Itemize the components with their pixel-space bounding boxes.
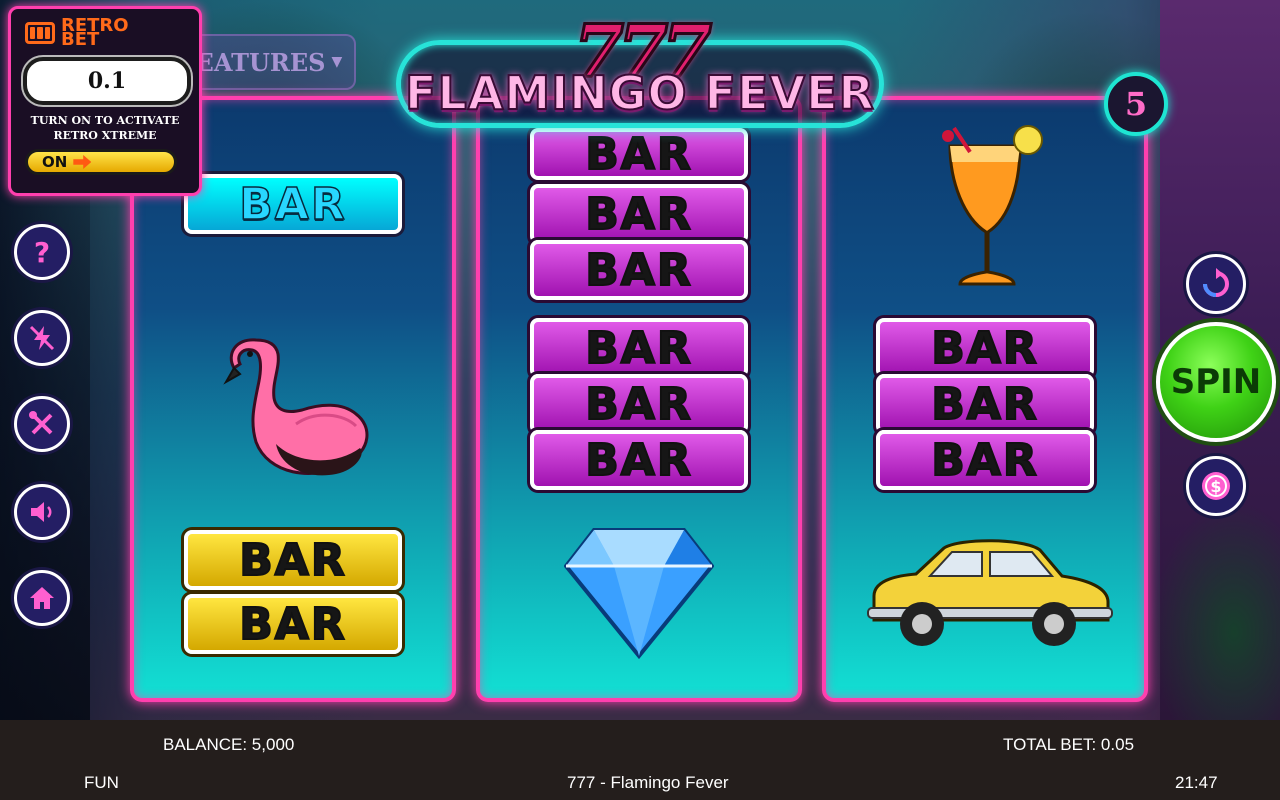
bar-symbol-pink: BAR <box>530 184 748 244</box>
bar-symbol-pink: BAR <box>530 240 748 300</box>
tools-icon <box>29 411 53 435</box>
bar-symbol-pink: BAR <box>876 430 1094 490</box>
settings-button[interactable] <box>14 396 70 452</box>
bar-symbol-pink: BAR <box>530 128 748 181</box>
chevron-down-icon: ▼ <box>331 54 343 70</box>
diamond-symbol <box>564 528 714 660</box>
paylines-count: 5 <box>1104 72 1168 136</box>
autoplay-icon <box>1203 268 1229 297</box>
status-bar: BALANCE: 5,000 TOTAL BET: 0.05 FUN 777 -… <box>0 720 1280 800</box>
reel-2: BAR BAR BAR BAR BAR BAR <box>476 96 802 702</box>
spin-button[interactable]: SPIN <box>1156 322 1276 442</box>
help-button[interactable]: ? <box>14 224 70 280</box>
bet-button[interactable]: $ <box>1186 456 1246 516</box>
sound-button[interactable] <box>14 484 70 540</box>
game-title-logo: 777 FLAMINGO FEVER <box>396 7 884 128</box>
game-name: 777 - Flamingo Fever <box>567 773 729 792</box>
note-line-2: RETRO XTREME <box>53 129 157 142</box>
bar-symbol-pink: BAR <box>530 374 748 434</box>
home-button[interactable] <box>14 570 70 626</box>
flamingo-symbol <box>223 338 369 476</box>
title-text: FLAMINGO FEVER <box>404 65 875 121</box>
retro-bet-value[interactable]: 0.1 <box>23 57 191 105</box>
turbo-off-icon <box>29 325 55 351</box>
turbo-button[interactable] <box>14 310 70 366</box>
reels-logo-icon <box>25 22 55 44</box>
bar-symbol-pink: BAR <box>530 318 748 378</box>
cocktail-symbol <box>942 125 1043 286</box>
retro-bet-logo: RETRO BET <box>25 15 161 50</box>
autoplay-button[interactable] <box>1186 254 1246 314</box>
svg-text:$: $ <box>1210 477 1221 496</box>
bar-symbol-yellow: BAR <box>184 530 402 590</box>
total-bet-display: TOTAL BET: 0.05 <box>1003 735 1135 754</box>
bar-symbol-pink: BAR <box>876 374 1094 434</box>
question-icon: ? <box>33 235 51 269</box>
play-mode: FUN <box>84 773 119 792</box>
retro-bet-panel: RETRO BET 0.1 TURN ON TO ACTIVATE RETRO … <box>8 6 202 196</box>
home-icon <box>30 587 54 609</box>
coin-icon: $ <box>1202 472 1230 500</box>
background-plant <box>1150 500 1280 720</box>
reel-3: BAR BAR BAR <box>822 96 1148 702</box>
bar-symbol-pink: BAR <box>530 430 748 490</box>
clock: 21:47 <box>1175 773 1218 792</box>
brand-name: RETRO BET <box>61 15 129 50</box>
yellow-car-symbol <box>867 539 1113 646</box>
balance-display: BALANCE: 5,000 <box>163 735 295 754</box>
bar-symbol-blue: BAR <box>184 174 402 234</box>
speaker-icon <box>31 502 52 522</box>
retro-xtreme-toggle[interactable]: ON <box>25 149 177 175</box>
retro-xtreme-note: TURN ON TO ACTIVATE RETRO XTREME <box>11 113 199 143</box>
note-line-1: TURN ON TO ACTIVATE <box>30 114 180 127</box>
bar-symbol-pink: BAR <box>876 318 1094 378</box>
bar-symbol-yellow: BAR <box>184 594 402 654</box>
toggle-label: ON <box>42 153 68 171</box>
arrow-right-icon <box>73 155 92 169</box>
